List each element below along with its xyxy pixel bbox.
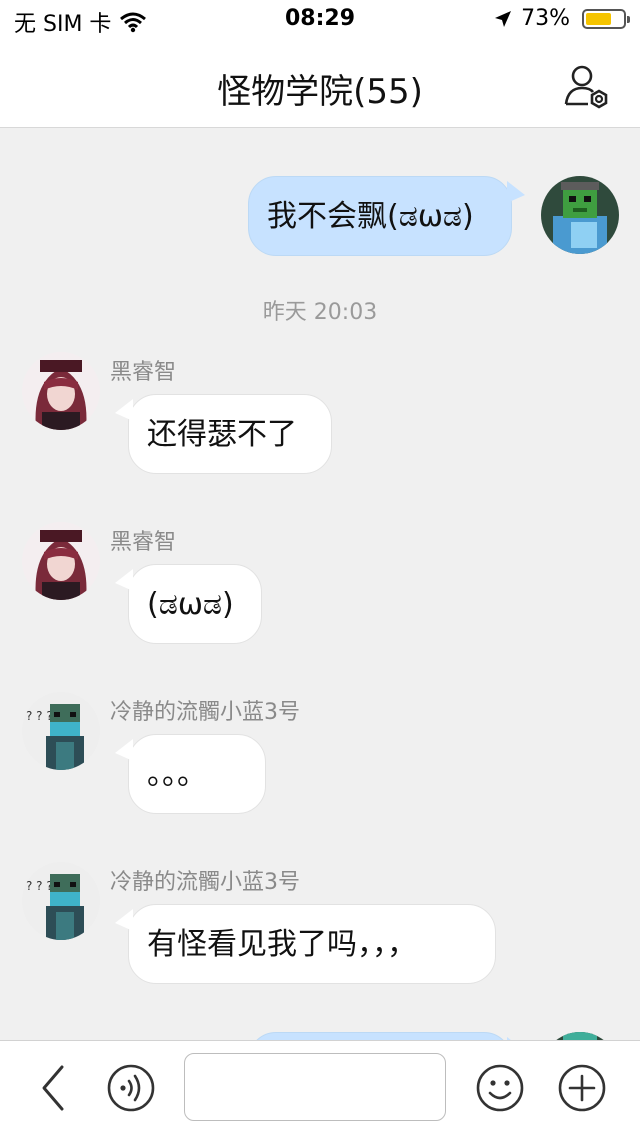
group-settings-icon[interactable] [562, 60, 612, 110]
message-bubble[interactable] [248, 1032, 525, 1040]
avatar[interactable]: ? ? ? [22, 692, 100, 770]
plus-icon[interactable] [557, 1063, 607, 1113]
sender-name: 黑睿智 [110, 360, 177, 385]
battery-percent: 73% [521, 6, 570, 31]
chat-title: 怪物学院(55) [217, 72, 423, 112]
message-bubble[interactable]: 还得瑟不了 [115, 394, 332, 474]
status-bar: 无 SIM 卡 08:29 73% [0, 0, 640, 40]
sender-name: 黑睿智 [110, 530, 177, 555]
avatar[interactable] [22, 522, 100, 600]
location-arrow-icon [495, 10, 512, 27]
input-toolbar [0, 1040, 640, 1136]
green-zombie-avatar-icon [541, 176, 619, 254]
green-zombie-avatar-icon [541, 1032, 619, 1040]
blue-masked-figure-avatar-icon: ? ? ? [22, 692, 100, 770]
sender-name: 冷静的流髑小蓝3号 [110, 870, 300, 895]
red-haired-girl-avatar-icon [22, 352, 100, 430]
message-text: 还得瑟不了 [147, 417, 297, 452]
sender-name: 冷静的流髑小蓝3号 [110, 700, 300, 725]
message-bubble[interactable]: 有怪看见我了吗，，， [115, 904, 496, 984]
message-text: (ಡωಡ) [147, 587, 234, 622]
status-right-group: 73% [493, 6, 630, 31]
svg-text:? ? ?: ? ? ? [26, 709, 53, 723]
message-text: 有怪看见我了吗，，， [147, 927, 417, 962]
battery-fill [586, 12, 612, 25]
timestamp: 昨天 20:03 [262, 300, 378, 325]
chat-area[interactable]: 我不会飘(ಡωಡ) 昨天 20:03 黑睿智 还得瑟不了 黑睿智 (ಡωಡ) ?… [0, 128, 640, 1040]
blue-masked-figure-avatar-icon: ? ? ? [22, 862, 100, 940]
nav-bar: 怪物学院(55) [0, 40, 640, 128]
message-bubble[interactable]: 我不会飘(ಡωಡ) [248, 176, 525, 256]
message-bubble[interactable]: 。。。 [115, 734, 266, 814]
voice-icon[interactable] [106, 1063, 156, 1113]
message-text: 。。。 [147, 757, 207, 792]
avatar[interactable] [541, 1032, 619, 1040]
message-bubble[interactable]: (ಡωಡ) [115, 564, 262, 644]
message-input[interactable] [184, 1053, 446, 1121]
battery-icon [582, 8, 630, 29]
emoji-icon[interactable] [475, 1063, 525, 1113]
avatar[interactable] [22, 352, 100, 430]
avatar[interactable] [541, 176, 619, 254]
svg-text:? ? ?: ? ? ? [26, 879, 53, 893]
back-chevron-icon[interactable] [36, 1063, 70, 1113]
avatar[interactable]: ? ? ? [22, 862, 100, 940]
message-text: 我不会飘(ಡωಡ) [267, 199, 474, 234]
red-haired-girl-avatar-icon [22, 522, 100, 600]
